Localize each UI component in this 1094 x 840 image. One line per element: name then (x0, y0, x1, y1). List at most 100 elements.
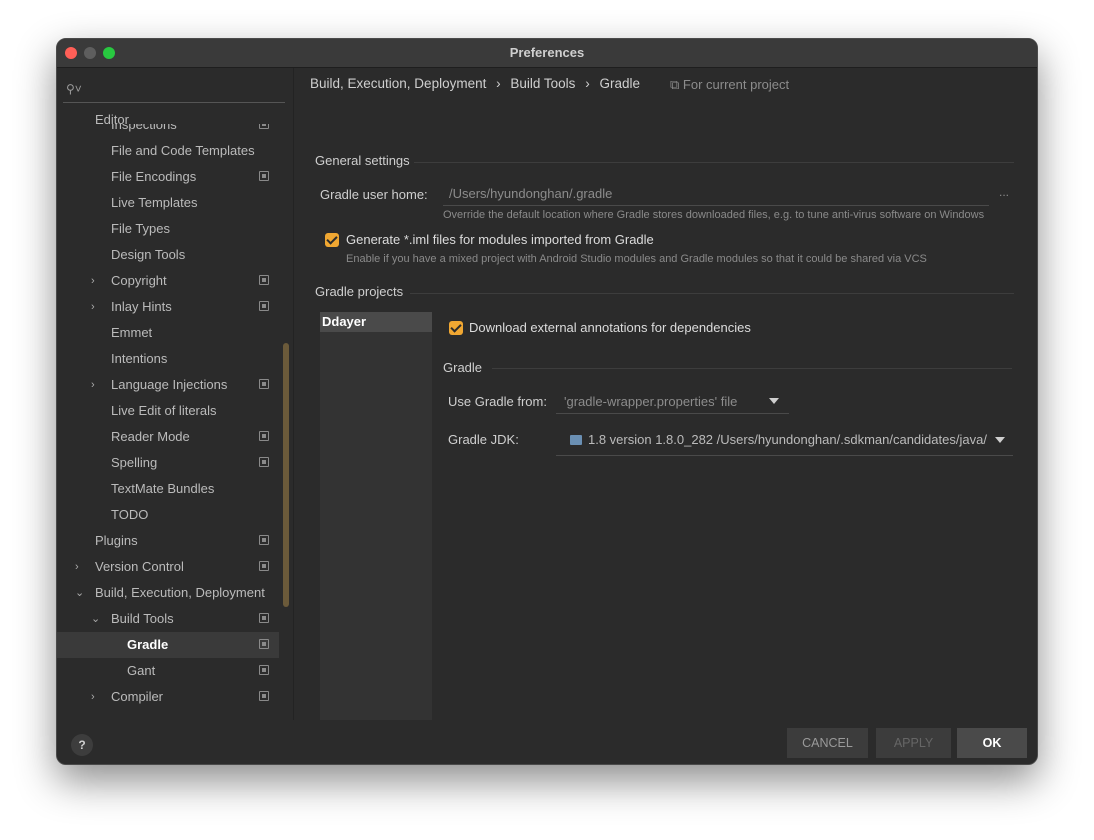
settings-sidebar: ⚲˅ Editor Inspections File and Code Templ… (57, 68, 294, 720)
chevron-right-icon[interactable]: › (91, 268, 95, 294)
apply-button[interactable]: APPLY (876, 728, 951, 758)
dialog-footer: ? CANCEL APPLY OK (57, 720, 1037, 764)
sidebar-item-label: Build Tools (111, 611, 174, 626)
sidebar-item[interactable]: Spelling (57, 450, 279, 476)
sidebar-item-label: Intentions (111, 351, 168, 366)
project-scope-icon (259, 613, 269, 623)
settings-search-input[interactable]: ⚲˅ (63, 78, 285, 103)
sidebar-item[interactable]: › Compiler (57, 684, 279, 710)
sidebar-item-label: Compiler (111, 689, 164, 704)
sidebar-item[interactable]: File and Code Templates (57, 138, 279, 164)
generate-iml-hint: Enable if you have a mixed project with … (346, 253, 927, 265)
divider (414, 162, 1014, 163)
sidebar-item[interactable]: File Encodings (57, 164, 279, 190)
gradle-section-title: Gradle (443, 360, 483, 375)
breadcrumb-part[interactable]: Build, Execution, Deployment (310, 76, 486, 91)
sidebar-item-label: Version Control (95, 559, 184, 574)
sidebar-item-label: Live Edit of literals (111, 403, 217, 418)
sidebar-item[interactable]: TextMate Bundles (57, 476, 279, 502)
sidebar-item[interactable]: Gradle (57, 632, 279, 658)
sidebar-item[interactable]: › Copyright (57, 268, 279, 294)
use-gradle-from-value: 'gradle-wrapper.properties' file (564, 394, 738, 409)
breadcrumb-part[interactable]: Build Tools (510, 76, 575, 91)
project-scope-icon (259, 301, 269, 311)
project-list-item[interactable]: Ddayer (320, 312, 432, 332)
gradle-projects-list: Ddayer (320, 312, 432, 742)
download-annotations-checkbox[interactable] (449, 321, 463, 335)
settings-content: Build, Execution, Deployment › Build Too… (294, 68, 1037, 742)
sidebar-item[interactable]: ⌄ Build Tools (57, 606, 279, 632)
sidebar-item-label: Emmet (111, 325, 153, 340)
download-annotations-label[interactable]: Download external annotations for depend… (469, 320, 751, 335)
generate-iml-checkbox[interactable] (325, 233, 339, 247)
sidebar-item[interactable]: Live Templates (57, 190, 279, 216)
project-scope-icon (259, 457, 269, 467)
project-scope-icon (259, 275, 269, 285)
for-current-project-label: ⧉ For current project (670, 77, 789, 93)
settings-tree: Inspections File and Code Templates File E… (57, 124, 283, 718)
gradle-user-home-hint: Override the default location where Grad… (443, 209, 985, 221)
chevron-right-icon[interactable]: › (91, 372, 95, 398)
sidebar-item[interactable]: › Language Injections (57, 372, 279, 398)
project-scope-icon (259, 561, 269, 571)
sidebar-item-label: Live Templates (111, 195, 198, 210)
sidebar-item[interactable]: Plugins (57, 528, 279, 554)
chevron-down-icon[interactable]: ⌄ (91, 606, 100, 632)
gradle-projects-title: Gradle projects (315, 284, 404, 299)
cancel-button[interactable]: CANCEL (787, 728, 868, 758)
sidebar-item[interactable]: › Version Control (57, 554, 279, 580)
sidebar-item[interactable]: Gant (57, 658, 279, 684)
gradle-jdk-select[interactable]: 1.8 version 1.8.0_282 /Users/hyundonghan… (556, 426, 1013, 456)
sidebar-item[interactable]: Reader Mode (57, 424, 279, 450)
project-scope-icon (259, 124, 269, 129)
project-scope-icon (259, 639, 269, 649)
sidebar-item-label: TextMate Bundles (111, 481, 215, 496)
gradle-jdk-label: Gradle JDK: (448, 432, 519, 447)
sidebar-scrollbar[interactable] (283, 343, 289, 607)
sidebar-item[interactable]: TODO (57, 502, 279, 528)
sidebar-item-label: Design Tools (111, 247, 186, 262)
chevron-down-icon[interactable]: ⌄ (75, 580, 84, 606)
chevron-right-icon[interactable]: › (75, 554, 79, 580)
help-button[interactable]: ? (71, 734, 93, 756)
project-scope-icon (259, 379, 269, 389)
sidebar-item-label: Copyright (111, 273, 167, 288)
browse-button[interactable]: ... (999, 185, 1009, 199)
chevron-right-icon[interactable]: › (91, 684, 95, 710)
use-gradle-from-label: Use Gradle from: (448, 394, 547, 409)
sidebar-item[interactable]: Inspections (57, 124, 279, 138)
project-scope-icon (259, 691, 269, 701)
sidebar-item-label: Plugins (95, 533, 138, 548)
project-scope-icon (259, 665, 269, 675)
ok-button[interactable]: OK (957, 728, 1027, 758)
sidebar-item-label: File Encodings (111, 169, 197, 184)
sidebar-item-label: File Types (111, 221, 171, 236)
project-scope-icon (259, 535, 269, 545)
project-scope-icon (259, 431, 269, 441)
chevron-right-icon[interactable]: › (91, 294, 95, 320)
use-gradle-from-select[interactable]: 'gradle-wrapper.properties' file (556, 390, 789, 414)
sidebar-item-label: TODO (111, 507, 149, 522)
chevron-down-icon (769, 398, 779, 404)
gradle-jdk-value: 1.8 version 1.8.0_282 /Users/hyundonghan… (588, 432, 987, 447)
breadcrumb-separator: › (585, 76, 590, 91)
sidebar-item-label: Inlay Hints (111, 299, 172, 314)
search-icon: ⚲˅ (66, 82, 82, 96)
sidebar-item[interactable]: ⌄ Build, Execution, Deployment (57, 580, 279, 606)
folder-icon (570, 435, 582, 445)
for-current-project-text: For current project (682, 77, 790, 92)
generate-iml-label[interactable]: Generate *.iml files for modules importe… (346, 232, 654, 247)
breadcrumb: Build, Execution, Deployment › Build Too… (310, 76, 646, 91)
chevron-down-icon (995, 437, 1005, 443)
gradle-user-home-input[interactable]: /Users/hyundonghan/.gradle (443, 182, 989, 206)
sidebar-item[interactable]: File Types (57, 216, 279, 242)
sidebar-item-label: Inspections (111, 124, 177, 132)
sidebar-item[interactable]: › Inlay Hints (57, 294, 279, 320)
project-scope-icon (259, 171, 269, 181)
sidebar-item[interactable]: Emmet (57, 320, 279, 346)
sidebar-item[interactable]: Live Edit of literals (57, 398, 279, 424)
divider (492, 368, 1012, 369)
title-bar: Preferences (57, 39, 1037, 68)
sidebar-item[interactable]: Design Tools (57, 242, 279, 268)
sidebar-item[interactable]: Intentions (57, 346, 279, 372)
